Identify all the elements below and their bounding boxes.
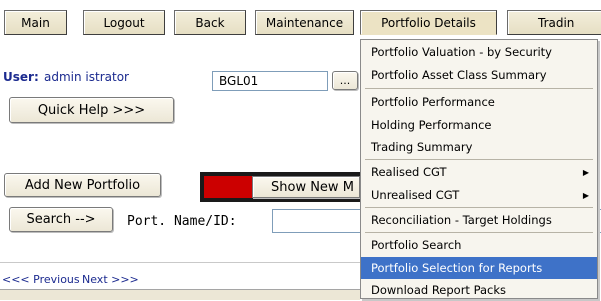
- menu-item-portfolio-performance[interactable]: Portfolio Performance: [361, 91, 597, 113]
- menu-item-label: Holding Performance: [371, 118, 492, 132]
- nav-logout[interactable]: Logout: [83, 10, 165, 35]
- submenu-arrow-icon: ▶: [582, 190, 589, 200]
- portfolio-lookup-button[interactable]: ...: [332, 71, 358, 90]
- nav-portfolio-details[interactable]: Portfolio Details: [360, 10, 497, 35]
- menu-separator: [365, 88, 593, 89]
- nav-maintenance[interactable]: Maintenance: [255, 10, 354, 35]
- menu-item-portfolio-search[interactable]: Portfolio Search: [361, 234, 597, 256]
- port-name-label: Port. Name/ID:: [127, 214, 237, 229]
- add-new-portfolio-button[interactable]: Add New Portfolio: [4, 173, 161, 197]
- show-new-button[interactable]: Show New M: [252, 176, 360, 198]
- menu-item-label: Portfolio Valuation - by Security: [371, 45, 552, 59]
- menu-item-realised-cgt[interactable]: Realised CGT ▶: [361, 161, 597, 183]
- menu-separator: [365, 207, 593, 208]
- previous-link[interactable]: <<< Previous: [2, 273, 80, 286]
- top-nav-bar: Main Logout Back Maintenance Portfolio D…: [0, 0, 601, 39]
- menu-item-portfolio-selection-for-reports[interactable]: Portfolio Selection for Reports: [361, 257, 597, 279]
- menu-item-label: Unrealised CGT: [371, 188, 460, 202]
- user-name: admin istrator: [44, 70, 129, 84]
- search-button[interactable]: Search -->: [9, 207, 113, 232]
- menu-item-label: Portfolio Search: [371, 238, 462, 252]
- portfolio-details-menu: Portfolio Valuation - by Security Portfo…: [360, 39, 598, 299]
- menu-item-label: Trading Summary: [371, 140, 473, 154]
- next-link[interactable]: Next >>>: [82, 273, 139, 286]
- red-indicator: [204, 176, 252, 198]
- menu-item-reconciliation-target-holdings[interactable]: Reconciliation - Target Holdings: [361, 209, 597, 231]
- menu-item-label: Reconciliation - Target Holdings: [371, 213, 552, 227]
- divider: [0, 262, 360, 263]
- menu-item-valuation-by-security[interactable]: Portfolio Valuation - by Security: [361, 41, 597, 63]
- user-label: User:: [3, 70, 39, 84]
- menu-item-trading-summary[interactable]: Trading Summary: [361, 136, 597, 158]
- portfolio-code-input[interactable]: BGL01: [212, 71, 328, 91]
- menu-item-download-report-packs[interactable]: Download Report Packs: [361, 279, 597, 301]
- port-name-input[interactable]: [272, 209, 364, 233]
- menu-item-unrealised-cgt[interactable]: Unrealised CGT ▶: [361, 184, 597, 206]
- menu-item-label: Realised CGT: [371, 165, 447, 179]
- menu-item-holding-performance[interactable]: Holding Performance: [361, 114, 597, 136]
- menu-item-label: Portfolio Performance: [371, 95, 495, 109]
- menu-item-label: Portfolio Selection for Reports: [371, 261, 543, 275]
- nav-back[interactable]: Back: [174, 10, 246, 35]
- nav-main[interactable]: Main: [4, 10, 67, 35]
- submenu-arrow-icon: ▶: [582, 167, 589, 177]
- table-header-strip: [0, 289, 360, 300]
- menu-item-asset-class-summary[interactable]: Portfolio Asset Class Summary: [361, 64, 597, 86]
- menu-item-label: Portfolio Asset Class Summary: [371, 68, 547, 82]
- menu-separator: [365, 159, 593, 160]
- menu-separator: [365, 232, 593, 233]
- quick-help-button[interactable]: Quick Help >>>: [9, 97, 174, 123]
- nav-trading[interactable]: Tradin: [507, 10, 601, 35]
- menu-item-label: Download Report Packs: [371, 283, 507, 297]
